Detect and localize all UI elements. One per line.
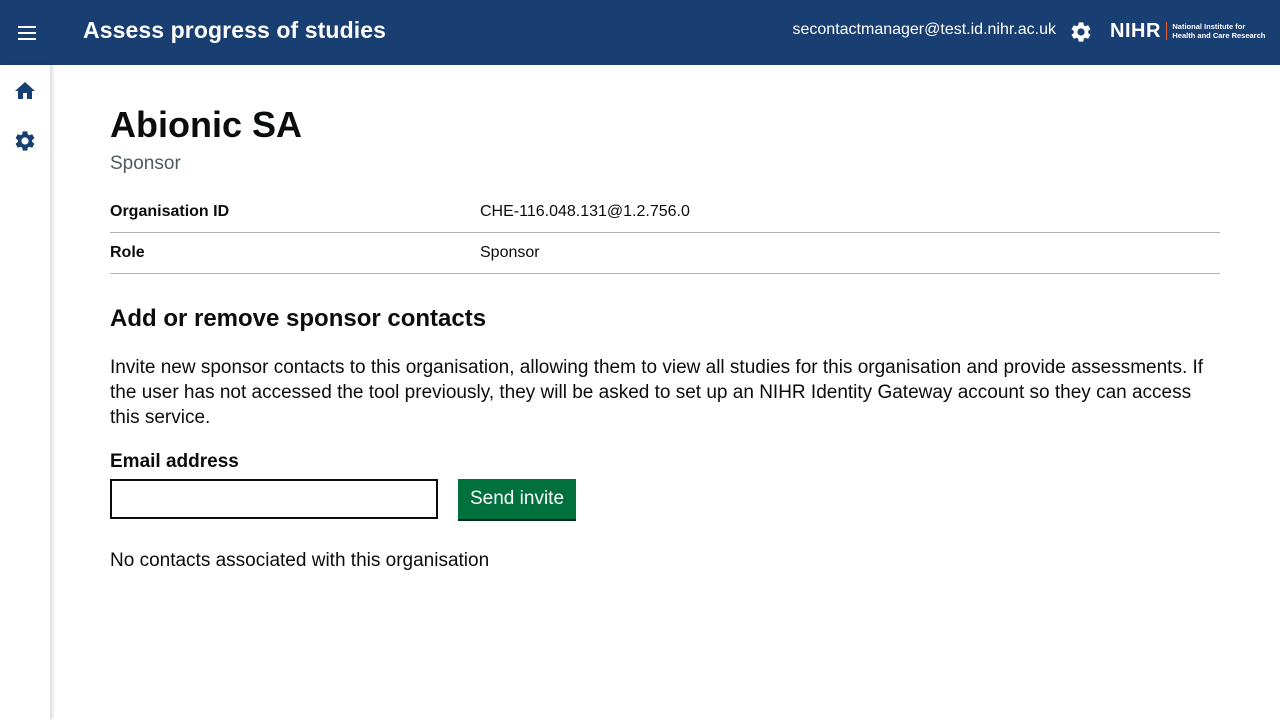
- hamburger-icon: [18, 26, 36, 40]
- section-description: Invite new sponsor contacts to this orga…: [110, 357, 1204, 428]
- email-field[interactable]: [110, 479, 438, 519]
- top-header: Assess progress of studies secontactmana…: [0, 0, 1280, 65]
- user-email: secontactmanager@test.id.nihr.ac.uk: [792, 21, 1057, 38]
- logo-divider: [1165, 22, 1168, 40]
- page-caption: Sponsor: [110, 153, 181, 174]
- section-heading: Add or remove sponsor contacts: [110, 305, 487, 332]
- logo-wordmark: NIHR: [1110, 19, 1161, 42]
- gear-icon[interactable]: [13, 129, 37, 153]
- summary-row-organisation-id: Organisation ID CHE-116.048.131@1.2.756.…: [110, 192, 1220, 233]
- page-title: Abionic SA: [110, 104, 303, 145]
- summary-value: Sponsor: [480, 244, 540, 261]
- logo-subtext-line2: Health and Care Research: [1172, 31, 1266, 40]
- logo-subtext-line1: National Institute for: [1172, 22, 1246, 31]
- email-label: Email address: [110, 451, 239, 472]
- summary-list: Organisation ID CHE-116.048.131@1.2.756.…: [110, 192, 1220, 274]
- summary-value: CHE-116.048.131@1.2.756.0: [480, 203, 690, 220]
- summary-row-role: Role Sponsor: [110, 233, 1220, 274]
- home-icon[interactable]: [13, 79, 37, 103]
- nihr-logo[interactable]: NIHR National Institute for Health and C…: [1110, 19, 1265, 43]
- empty-contacts-message: No contacts associated with this organis…: [110, 550, 490, 571]
- app-title[interactable]: Assess progress of studies: [83, 17, 386, 44]
- summary-key: Role: [110, 244, 145, 261]
- menu-button[interactable]: [12, 18, 42, 48]
- send-invite-button[interactable]: Send invite: [458, 479, 577, 519]
- summary-key: Organisation ID: [110, 203, 230, 220]
- sidebar: [0, 65, 51, 720]
- gear-icon[interactable]: [1069, 20, 1093, 44]
- logo-subtext: National Institute for Health and Care R…: [1172, 22, 1265, 40]
